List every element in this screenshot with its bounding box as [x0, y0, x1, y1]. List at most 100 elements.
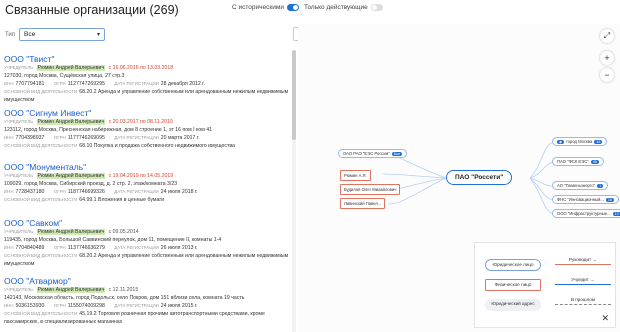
address: 127030, город Москва, Сущёвская улица, 2…	[4, 73, 125, 79]
list-item: ООО "Атвармор" УЧРЕДИТЕЛЬ Рюмин Андрей В…	[4, 276, 290, 326]
graph-node-person[interactable]: Рюмин А.Я.	[340, 170, 371, 181]
ogrn-value: 1187746699326	[67, 189, 105, 195]
founder-dates: с 16.06.2016 по 13.03.2018	[108, 65, 174, 71]
zoom-in-button[interactable]: +	[600, 51, 614, 65]
ogrn-value: 1137746636279	[67, 245, 105, 251]
inn-value: 7707794181	[15, 81, 45, 87]
legend-rel-past: В прошлом	[555, 297, 611, 305]
inn-value: 7704840489	[15, 245, 45, 251]
type-filter: Тип Все ▾	[5, 28, 106, 41]
inn-value: 7728437180	[15, 189, 45, 195]
role-label: УЧРЕДИТЕЛЬ	[4, 119, 34, 124]
activity-line: ОСНОВНОЙ ВИД ДЕЯТЕЛЬНОСТИ 45.19.2 Торговл…	[4, 311, 265, 325]
graph-node-org[interactable]: ПАО "ФСК ЕЭС" 46	[552, 157, 604, 166]
ids-line: ИНН 7707794181 ОГРН 1127747269295 ДАТА РЕГ…	[4, 81, 205, 87]
toggle-active-switch[interactable]	[370, 4, 383, 11]
graph-legend: Юридическое лицо Физическое лицо Юридиче…	[474, 242, 616, 328]
graph-node-person[interactable]: Будилов Олег Михайлович	[340, 184, 401, 195]
type-select[interactable]: Все ▾	[19, 28, 106, 41]
ogrn-value: 1127747269295	[67, 81, 105, 87]
founder-dates: с 09.05.2014	[108, 229, 139, 235]
legend-address: Юридический адрес	[485, 299, 541, 311]
page-title: Связанные организации (269)	[5, 3, 179, 17]
org-name-link[interactable]: ООО "Савком"	[4, 218, 290, 228]
founder-dates: с 20.03.2017 по 08.11.2019	[108, 119, 173, 125]
count-badge: 1	[597, 184, 604, 188]
person-link[interactable]: Рюмин Андрей Валерьевич	[36, 287, 106, 293]
header: Связанные организации (269) С историческ…	[0, 0, 620, 22]
ogrn-value: 1155074009298	[67, 303, 105, 309]
list-scrollbar[interactable]	[292, 50, 296, 332]
ids-line: ИНН 7728437180 ОГРН 1187746699326 ДАТА РЕГ…	[4, 189, 198, 195]
founder-line: УЧРЕДИТЕЛЬ Рюмин Андрей Валерьевич с 16.…	[4, 64, 290, 72]
graph-node-org[interactable]: ФНС "Инновационный... 18	[552, 195, 619, 204]
inn-value: 7704398937	[15, 135, 45, 141]
person-link[interactable]: Рюмин Андрей Валерьевич	[36, 229, 106, 235]
ids-line: ИНН 5036153930 ОГРН 1155074009298 ДАТА РЕГ…	[4, 303, 198, 309]
reg-date-value: 20 марта 2017 г.	[160, 135, 200, 141]
edge	[529, 161, 555, 179]
founder-line: УЧРЕДИТЕЛЬ Рюмин Андрей Валерьевич с 09.…	[4, 228, 290, 236]
founder-line: УЧРЕДИТЕЛЬ Рюмин Андрей Валерьевич с 12.…	[4, 286, 290, 294]
activity-line: ОСНОВНОЙ ВИД ДЕЯТЕЛЬНОСТИ 68.10 Покупка и…	[4, 143, 235, 149]
ids-line: ИНН 7704398937 ОГРН 1177746269095 ДАТА РЕГ…	[4, 135, 200, 141]
count-badge: 18	[605, 198, 614, 202]
graph-node-org[interactable]: ОАО РАО "ЕЭС России" 8шт	[338, 149, 408, 158]
zoom-out-button[interactable]: −	[600, 68, 614, 82]
graph-node-address[interactable]: ◉ город Москва 46	[552, 137, 608, 146]
inn-value: 5036153930	[15, 303, 45, 309]
address: 119435, город Москва, Большой Саввинский…	[4, 237, 222, 243]
toggle-active-label: Только действующие	[304, 4, 368, 11]
legend-line-head	[555, 264, 611, 265]
org-name-link[interactable]: ООО "Монументаль"	[4, 162, 290, 172]
role-label: УЧРЕДИТЕЛЬ	[4, 173, 34, 178]
toggle-historical-label: С историческими	[232, 4, 284, 11]
toggle-historical[interactable]: С историческими	[232, 4, 299, 11]
toggle-historical-switch[interactable]	[286, 4, 299, 11]
graph-node-person[interactable]: Ливинский Павел...	[340, 198, 386, 209]
location-pin-icon: ◉	[557, 140, 565, 144]
address: 109029, город Москва, Сибирский проезд, …	[4, 181, 178, 187]
fullscreen-icon[interactable]: ⤢	[600, 29, 614, 43]
activity-line: ОСНОВНОЙ ВИД ДЕЯТЕЛЬНОСТИ 68.20.2 Аренда …	[4, 253, 289, 267]
org-name-link[interactable]: ООО "Твист"	[4, 54, 290, 64]
reg-date-value: 26 июля 2013 г.	[160, 245, 198, 251]
founder-line: УЧРЕДИТЕЛЬ Рюмин Андрей Валерьевич с 19.…	[4, 172, 290, 180]
close-icon[interactable]: ✕	[601, 313, 609, 324]
legend-line-founder	[555, 284, 611, 285]
list-item: ООО "Савком" УЧРЕДИТЕЛЬ Рюмин Андрей Вал…	[4, 218, 290, 268]
count-badge: 13	[612, 212, 620, 216]
activity-line: ОСНОВНОЙ ВИД ДЕЯТЕЛЬНОСТИ 68.20.2 Аренда …	[4, 89, 289, 103]
reg-date-value: 24 июля 2015 г.	[160, 303, 198, 309]
founder-dates: с 12.11.2015	[108, 287, 139, 293]
address: 123112, город Москва, Пресненская набере…	[4, 127, 213, 133]
scrollbar-thumb[interactable]	[292, 50, 296, 140]
count-badge: 8шт	[391, 152, 403, 156]
count-badge: 46	[594, 140, 603, 144]
legend-line-past	[555, 304, 611, 305]
org-name-link[interactable]: ООО "Атвармор"	[4, 276, 290, 286]
graph-node-org[interactable]: АО "Тюменьэнерго" 1	[552, 181, 609, 190]
graph-node-center[interactable]: ПАО "Россети"	[446, 170, 513, 185]
activity-line: ОСНОВНОЙ ВИД ДЕЯТЕЛЬНОСТИ 64.99.1 Вложени…	[4, 197, 165, 203]
relationship-graph[interactable]: ОАО РАО "ЕЭС России" 8шт Рюмин А.Я. Будил…	[298, 24, 620, 332]
person-link[interactable]: Рюмин Андрей Валерьевич	[36, 65, 106, 71]
count-badge: 46	[590, 160, 599, 164]
founder-line: УЧРЕДИТЕЛЬ Рюмин Андрей Валерьевич с 20.…	[4, 118, 290, 126]
edge	[529, 141, 555, 179]
edge	[529, 177, 555, 187]
chevron-down-icon: ▾	[97, 32, 101, 38]
activity-value: 68.10 Покупка и продажа собственного нед…	[79, 143, 235, 149]
legend-rel-founder: Учредит →	[555, 277, 611, 285]
org-name-link[interactable]: ООО "Сигнум Инвест"	[4, 108, 290, 118]
person-link[interactable]: Рюмин Андрей Валерьевич	[36, 119, 106, 125]
list-item: ООО "Сигнум Инвест" УЧРЕДИТЕЛЬ Рюмин Анд…	[4, 108, 290, 150]
role-label: УЧРЕДИТЕЛЬ	[4, 229, 34, 234]
legend-individual: Физическое лицо	[485, 279, 541, 291]
founder-dates: с 19.04.2019 по 14.05.2019	[108, 173, 174, 179]
list-item: ООО "Твист" УЧРЕДИТЕЛЬ Рюмин Андрей Вале…	[4, 54, 290, 104]
graph-node-org[interactable]: ООО "Инфраструктурные... 13	[552, 209, 620, 218]
toggle-active[interactable]: Только действующие	[304, 4, 383, 11]
person-link[interactable]: Рюмин Андрей Валерьевич	[36, 173, 106, 179]
ogrn-value: 1177746269095	[67, 135, 105, 141]
